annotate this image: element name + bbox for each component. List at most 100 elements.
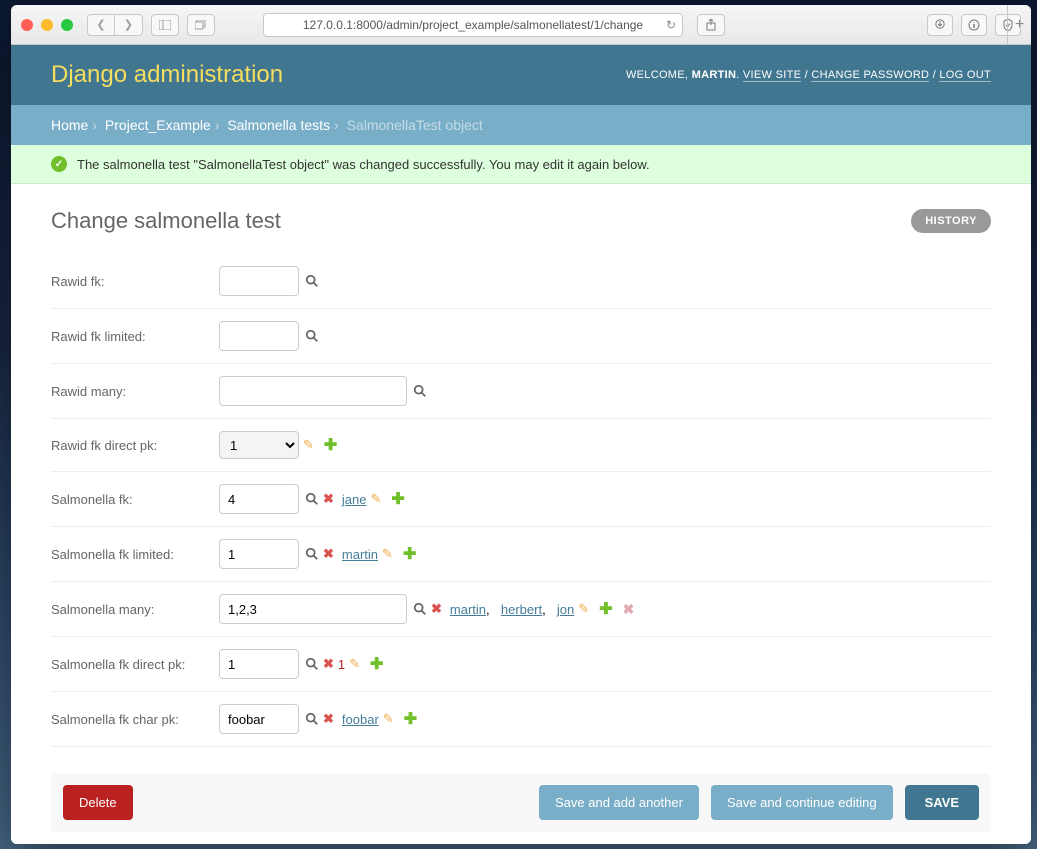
related-link[interactable]: jane — [342, 492, 367, 507]
lookup-icon[interactable] — [305, 657, 319, 671]
welcome-text: WELCOME, — [626, 69, 692, 81]
select-rawid-fk-direct-pk[interactable]: 1 — [219, 431, 299, 459]
label-rawid-fk-limited: Rawid fk limited: — [51, 329, 219, 344]
add-icon[interactable]: ✚ — [599, 599, 612, 619]
address-text: 127.0.0.1:8000/admin/project_example/sal… — [303, 18, 643, 32]
minimize-window-icon[interactable] — [41, 19, 53, 31]
label-salmonella-fk-direct-pk: Salmonella fk direct pk: — [51, 657, 219, 672]
page-content: Django administration WELCOME, MARTIN. V… — [11, 45, 1031, 844]
info-icon[interactable] — [961, 14, 987, 36]
new-tab-button[interactable]: + — [1007, 5, 1031, 45]
related-link[interactable]: jon — [557, 602, 574, 617]
save-add-another-button[interactable]: Save and add another — [539, 785, 699, 820]
edit-icon[interactable]: ✎ — [349, 656, 360, 672]
field-salmonella-fk-direct-pk: Salmonella fk direct pk: ✖ 1 ✎ ✚ — [51, 637, 991, 692]
field-rawid-many: Rawid many: — [51, 364, 991, 419]
share-button[interactable] — [697, 14, 725, 36]
history-button[interactable]: HISTORY — [911, 209, 991, 233]
label-salmonella-many: Salmonella many: — [51, 602, 219, 617]
sidebar-toggle-button[interactable] — [151, 14, 179, 36]
edit-icon[interactable]: ✎ — [303, 437, 314, 453]
maximize-window-icon[interactable] — [61, 19, 73, 31]
label-salmonella-fk: Salmonella fk: — [51, 492, 219, 507]
label-salmonella-fk-limited: Salmonella fk limited: — [51, 547, 219, 562]
save-continue-button[interactable]: Save and continue editing — [711, 785, 893, 820]
label-salmonella-fk-char-pk: Salmonella fk char pk: — [51, 712, 219, 727]
close-window-icon[interactable] — [21, 19, 33, 31]
input-salmonella-fk-direct-pk[interactable] — [219, 649, 299, 679]
forward-button[interactable]: ❯ — [115, 14, 143, 36]
form-content: Change salmonella test HISTORY Rawid fk:… — [11, 184, 1031, 844]
clear-icon[interactable]: ✖ — [323, 491, 334, 507]
downloads-icon[interactable] — [927, 14, 953, 36]
remove-icon[interactable]: ✖ — [623, 601, 635, 618]
page-title: Change salmonella test — [51, 208, 281, 234]
field-salmonella-fk-limited: Salmonella fk limited: ✖ martin ✎ ✚ — [51, 527, 991, 582]
related-link[interactable]: martin — [342, 547, 378, 562]
add-icon[interactable]: ✚ — [403, 544, 416, 564]
input-salmonella-fk-char-pk[interactable] — [219, 704, 299, 734]
lookup-icon[interactable] — [413, 602, 427, 616]
address-bar[interactable]: 127.0.0.1:8000/admin/project_example/sal… — [263, 13, 683, 37]
success-message: ✓ The salmonella test "SalmonellaTest ob… — [11, 145, 1031, 184]
clear-icon[interactable]: ✖ — [323, 711, 334, 727]
lookup-icon[interactable] — [305, 492, 319, 506]
field-salmonella-fk: Salmonella fk: ✖ jane ✎ ✚ — [51, 472, 991, 527]
check-icon: ✓ — [51, 156, 67, 172]
related-link[interactable]: martin — [450, 602, 486, 617]
browser-chrome: ❮ ❯ 127.0.0.1:8000/admin/project_example… — [11, 5, 1031, 45]
lookup-icon[interactable] — [305, 329, 319, 343]
reload-icon[interactable]: ↻ — [666, 18, 676, 32]
add-icon[interactable]: ✚ — [324, 435, 337, 455]
clear-icon[interactable]: ✖ — [431, 601, 442, 617]
clear-icon[interactable]: ✖ — [323, 656, 334, 672]
input-salmonella-fk[interactable] — [219, 484, 299, 514]
lookup-icon[interactable] — [305, 274, 319, 288]
lookup-icon[interactable] — [305, 547, 319, 561]
back-button[interactable]: ❮ — [87, 14, 115, 36]
django-header: Django administration WELCOME, MARTIN. V… — [11, 45, 1031, 105]
save-button[interactable]: SAVE — [905, 785, 979, 820]
add-icon[interactable]: ✚ — [404, 709, 417, 729]
field-rawid-fk-limited: Rawid fk limited: — [51, 309, 991, 364]
breadcrumb-app[interactable]: Project_Example — [105, 117, 211, 133]
site-title[interactable]: Django administration — [51, 61, 283, 89]
input-salmonella-fk-limited[interactable] — [219, 539, 299, 569]
label-rawid-fk-direct-pk: Rawid fk direct pk: — [51, 438, 219, 453]
label-rawid-fk: Rawid fk: — [51, 274, 219, 289]
message-text: The salmonella test "SalmonellaTest obje… — [77, 157, 650, 172]
logout-link[interactable]: LOG OUT — [939, 69, 991, 82]
window-controls — [21, 19, 73, 31]
input-salmonella-many[interactable] — [219, 594, 407, 624]
user-tools: WELCOME, MARTIN. VIEW SITE / CHANGE PASS… — [626, 69, 991, 81]
field-salmonella-many: Salmonella many: ✖ martin, herbert, jon … — [51, 582, 991, 637]
view-site-link[interactable]: VIEW SITE — [743, 69, 801, 82]
related-link[interactable]: foobar — [342, 712, 379, 727]
input-rawid-fk[interactable] — [219, 266, 299, 296]
submit-row: Delete Save and add another Save and con… — [51, 773, 991, 832]
input-rawid-fk-limited[interactable] — [219, 321, 299, 351]
lookup-icon[interactable] — [413, 384, 427, 398]
browser-window: ❮ ❯ 127.0.0.1:8000/admin/project_example… — [11, 5, 1031, 844]
field-rawid-fk: Rawid fk: — [51, 254, 991, 309]
edit-icon[interactable]: ✎ — [578, 601, 589, 617]
breadcrumb-home[interactable]: Home — [51, 117, 88, 133]
edit-icon[interactable]: ✎ — [382, 546, 393, 562]
related-pk[interactable]: 1 — [338, 657, 345, 672]
field-salmonella-fk-char-pk: Salmonella fk char pk: ✖ foobar ✎ ✚ — [51, 692, 991, 747]
delete-button[interactable]: Delete — [63, 785, 133, 820]
edit-icon[interactable]: ✎ — [370, 491, 381, 507]
add-icon[interactable]: ✚ — [370, 654, 383, 674]
add-icon[interactable]: ✚ — [391, 489, 404, 509]
field-rawid-fk-direct-pk: Rawid fk direct pk: 1 ✎ ✚ — [51, 419, 991, 472]
input-rawid-many[interactable] — [219, 376, 407, 406]
lookup-icon[interactable] — [305, 712, 319, 726]
clear-icon[interactable]: ✖ — [323, 546, 334, 562]
breadcrumb-current: SalmonellaTest object — [347, 117, 483, 133]
change-password-link[interactable]: CHANGE PASSWORD — [811, 69, 929, 82]
breadcrumb: Home› Project_Example› Salmonella tests›… — [11, 105, 1031, 145]
related-link[interactable]: herbert — [501, 602, 542, 617]
breadcrumb-model[interactable]: Salmonella tests — [227, 117, 330, 133]
edit-icon[interactable]: ✎ — [383, 711, 394, 727]
tabs-button[interactable] — [187, 14, 215, 36]
